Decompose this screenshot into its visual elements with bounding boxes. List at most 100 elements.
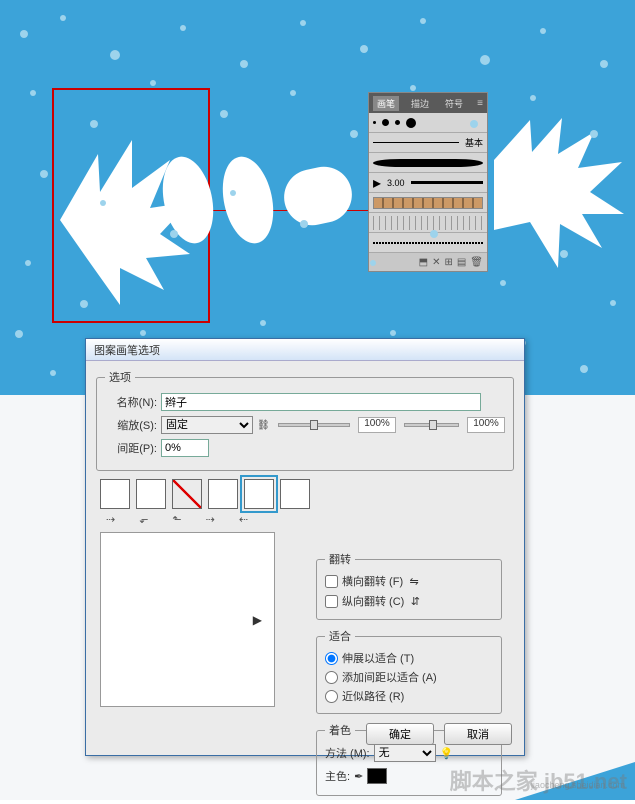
snow-dot: [410, 85, 416, 91]
snow-dot: [370, 260, 376, 266]
keycolor-swatch[interactable]: [367, 768, 387, 784]
method-select[interactable]: 无: [374, 744, 436, 762]
brush-shape-mid-2: [218, 150, 283, 250]
cancel-button[interactable]: 取消: [444, 723, 512, 745]
panel-tabs: 画笔 描边 符号 ≡: [369, 93, 487, 113]
tab-brush[interactable]: 画笔: [373, 96, 399, 111]
brush-row-pattern[interactable]: [369, 193, 487, 213]
flip-v-icon: ⇵: [408, 595, 422, 608]
keycolor-label: 主色:: [325, 768, 350, 784]
delete-icon[interactable]: 🗑: [470, 257, 483, 268]
snow-dot: [30, 90, 36, 96]
method-label: 方法 (M):: [325, 745, 370, 761]
snow-dot: [360, 45, 368, 53]
snow-dot: [290, 90, 296, 96]
tile-side[interactable]: [100, 479, 130, 509]
snow-dot: [240, 60, 248, 68]
brush-row-rough[interactable]: [369, 233, 487, 253]
brush-row-calli[interactable]: [369, 153, 487, 173]
scale-slider-1[interactable]: [278, 423, 350, 427]
brush-shape-mid-1: [158, 150, 223, 250]
new-brush-icon[interactable]: ▤: [457, 257, 466, 268]
name-label: 名称(N):: [105, 394, 157, 410]
snow-dot: [350, 130, 358, 138]
watermark-sub: jiaocheng.sheidian.com: [531, 780, 625, 790]
options-legend: 选项: [105, 369, 135, 385]
brush-shape-mid-3: [278, 150, 358, 250]
panel-footer: ⬒ ✕ ⊞ ▤ 🗑: [369, 253, 487, 271]
tab-stroke[interactable]: 描边: [407, 96, 433, 111]
options-group: 选项 名称(N): 缩放(S): 固定 ⛓ 100% 100% 间距(P):: [96, 369, 514, 471]
preview-box: ▶: [100, 532, 275, 707]
dialog-titlebar[interactable]: 图案画笔选项: [86, 339, 524, 361]
snow-dot: [230, 190, 236, 196]
tile-inner-corner[interactable]: [208, 479, 238, 509]
snow-dot: [25, 260, 31, 266]
spacing-input[interactable]: [161, 439, 209, 457]
snow-dot: [590, 130, 598, 138]
snow-dot: [600, 60, 608, 68]
scale-slider-2[interactable]: [404, 423, 459, 427]
snow-dot: [500, 280, 506, 286]
color-legend: 着色: [325, 722, 355, 738]
brush-row-hatch[interactable]: [369, 213, 487, 233]
tile-end[interactable]: [280, 479, 310, 509]
flip-h-icon: ⇋: [407, 575, 421, 588]
snow-dot: [610, 300, 616, 306]
snow-dot: [560, 250, 568, 258]
panel-menu-icon[interactable]: ≡: [477, 98, 483, 109]
snow-dot: [100, 200, 106, 206]
scale-value-2[interactable]: 100%: [467, 417, 505, 433]
brush-row-size[interactable]: ▸ 3.00: [369, 173, 487, 193]
tile-none[interactable]: [172, 479, 202, 509]
snow-dot: [580, 365, 588, 373]
snow-dot: [50, 370, 56, 376]
snow-dot: [540, 28, 546, 34]
flip-v-checkbox[interactable]: [325, 595, 338, 608]
flip-legend: 翻转: [325, 551, 355, 567]
tile-selector: [100, 479, 510, 509]
snow-dot: [90, 120, 98, 128]
fit-stretch-radio[interactable]: [325, 652, 338, 665]
options-icon[interactable]: ⊞: [444, 257, 452, 268]
arrow-icon: ▸: [373, 173, 381, 193]
snow-dot: [420, 18, 426, 24]
flip-h-checkbox[interactable]: [325, 575, 338, 588]
name-input[interactable]: [161, 393, 481, 411]
snow-dot: [80, 300, 88, 308]
tile-arrows: ⇢ ⬐ ⬑ ⇢ ⇠: [106, 513, 504, 526]
snow-dot: [140, 330, 146, 336]
fit-space-radio[interactable]: [325, 671, 338, 684]
tip-icon[interactable]: 💡: [440, 747, 454, 760]
link-icon[interactable]: ⛓: [257, 420, 270, 431]
snow-dot: [300, 20, 306, 26]
tile-arrow-icon: ⇢: [106, 513, 115, 526]
brush-shape-end: [494, 118, 624, 268]
dialog-title-text: 图案画笔选项: [94, 342, 160, 358]
tile-arrow-icon: ⇠: [239, 513, 248, 526]
remove-stroke-icon[interactable]: ✕: [432, 257, 440, 268]
tile-arrow-icon: ⬑: [172, 513, 181, 526]
snow-dot: [300, 220, 308, 228]
snow-dot: [220, 110, 228, 118]
tile-start[interactable]: [244, 479, 274, 509]
fit-approx-radio[interactable]: [325, 690, 338, 703]
fit-legend: 适合: [325, 628, 355, 644]
eyedropper-icon[interactable]: ✒: [354, 770, 363, 783]
tile-arrow-icon: ⬐: [139, 513, 148, 526]
libraries-icon[interactable]: ⬒: [419, 257, 428, 268]
snow-dot: [20, 30, 28, 38]
snow-dot: [470, 120, 478, 128]
brushes-panel[interactable]: 画笔 描边 符号 ≡ 基本 ▸ 3.00 ⬒ ✕ ⊞ ▤: [368, 92, 488, 272]
snow-dot: [15, 330, 23, 338]
tile-outer-corner[interactable]: [136, 479, 166, 509]
brush-row-basic[interactable]: 基本: [369, 133, 487, 153]
snow-dot: [170, 230, 178, 238]
tab-symbol[interactable]: 符号: [441, 96, 467, 111]
scale-mode-select[interactable]: 固定: [161, 416, 253, 434]
scale-label: 缩放(S):: [105, 417, 157, 433]
ok-button[interactable]: 确定: [366, 723, 434, 745]
flip-group: 翻转 横向翻转 (F)⇋ 纵向翻转 (C)⇵: [316, 551, 502, 620]
scale-value-1[interactable]: 100%: [358, 417, 396, 433]
snow-dot: [480, 55, 490, 65]
